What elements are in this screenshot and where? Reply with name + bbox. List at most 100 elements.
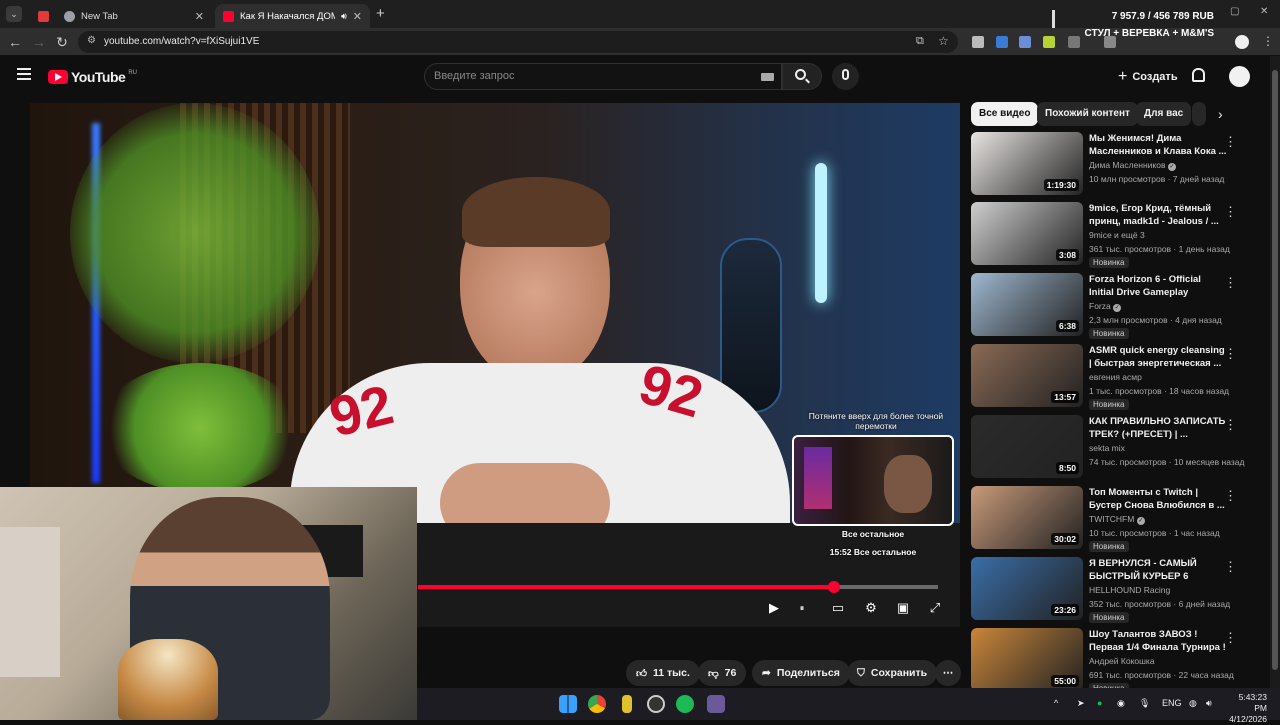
chip-related[interactable]: Похожий контент: [1037, 102, 1138, 126]
video-thumbnail[interactable]: 30:02: [971, 486, 1083, 549]
video-thumbnail[interactable]: 23:26: [971, 557, 1083, 620]
channel-name[interactable]: Дима Масленников ✓: [1089, 160, 1176, 171]
more-options-icon[interactable]: ⋮: [1224, 346, 1237, 362]
more-options-icon[interactable]: ⋮: [1224, 204, 1237, 220]
tray-mic-icon[interactable]: 🎙︎: [1139, 698, 1150, 709]
back-arrow-icon[interactable]: ←: [7, 34, 23, 50]
menu-icon[interactable]: ⋮: [1262, 34, 1274, 48]
video-title[interactable]: Топ Моменты с Twitch | Бустер Снова Влюб…: [1089, 486, 1227, 512]
more-options-icon[interactable]: ⋮: [1224, 559, 1237, 575]
channel-name[interactable]: sekta mix: [1089, 443, 1125, 453]
reload-icon[interactable]: ↻: [54, 34, 70, 50]
video-title[interactable]: Шоу Талантов ЗАВОЗ ! Первая 1/4 Финала Т…: [1089, 628, 1227, 654]
more-options-icon[interactable]: ⋮: [1224, 134, 1237, 150]
recommendation-card[interactable]: 3:08 9mice, Егор Крид, тёмный принц, madk…: [971, 202, 1251, 268]
channel-name[interactable]: 9mice и ещё 3: [1089, 230, 1145, 240]
extension-icon[interactable]: [996, 36, 1008, 48]
extension-icon[interactable]: [1019, 36, 1031, 48]
search-input[interactable]: Введите запрос: [424, 63, 782, 90]
video-thumbnail[interactable]: 55:00: [971, 628, 1083, 691]
search-button[interactable]: [782, 63, 822, 90]
theater-mode-icon[interactable]: ▣: [893, 598, 913, 618]
hamburger-menu-icon[interactable]: [17, 68, 31, 80]
video-thumbnail[interactable]: 6:38: [971, 273, 1083, 336]
dislike-button[interactable]: 👎︎ 76: [698, 660, 747, 686]
app-icon[interactable]: [707, 695, 725, 713]
profile-avatar[interactable]: [1235, 35, 1249, 49]
chip-all-videos[interactable]: Все видео: [971, 102, 1039, 126]
app-icon[interactable]: [622, 695, 632, 713]
autoplay-icon[interactable]: ▶︎: [764, 598, 784, 618]
tray-app-icon[interactable]: ◉: [1117, 698, 1125, 709]
progress-bar[interactable]: [418, 581, 938, 593]
channel-name[interactable]: Андрей Кокошка: [1089, 656, 1155, 666]
url-input[interactable]: ⚙︎ youtube.com/watch?v=fXiSujui1VE ⧉ ☆: [78, 31, 958, 53]
recommendation-card[interactable]: 8:50 КАК ПРАВИЛЬНО ЗАПИСАТЬ ТРЕК? (+ПРЕСЕ…: [971, 415, 1251, 479]
network-icon[interactable]: ◍: [1189, 698, 1197, 709]
chrome-icon[interactable]: [588, 695, 606, 713]
close-tab-icon[interactable]: ✕: [353, 10, 362, 23]
obs-icon[interactable]: [647, 695, 665, 713]
keyboard-icon[interactable]: [761, 73, 774, 81]
tray-chevron-icon[interactable]: ^: [1054, 698, 1058, 708]
close-tab-icon[interactable]: ✕: [195, 10, 204, 23]
recommendation-card[interactable]: 13:57 ASMR quick energy cleansing | быстр…: [971, 344, 1251, 410]
extension-icon[interactable]: [1043, 36, 1055, 48]
subtitles-icon[interactable]: ▭: [828, 598, 848, 618]
video-title[interactable]: Я ВЕРНУЛСЯ - САМЫЙ БЫСТРЫЙ КУРЬЕР 6: [1089, 557, 1227, 583]
youtube-logo[interactable]: YouTube RU: [48, 69, 137, 85]
chevron-right-icon[interactable]: ›: [1218, 106, 1223, 122]
tab-search-button[interactable]: ⌄: [6, 6, 22, 22]
language-indicator[interactable]: ENG: [1162, 698, 1182, 708]
account-avatar[interactable]: [1229, 66, 1250, 87]
recommendation-card[interactable]: 55:00 Шоу Талантов ЗАВОЗ ! Первая 1/4 Фин…: [971, 628, 1251, 694]
forward-arrow-icon[interactable]: →: [31, 34, 47, 50]
fullscreen-icon[interactable]: ⤢: [925, 598, 945, 618]
volume-icon[interactable]: 🔊︎: [1206, 698, 1212, 709]
more-options-icon[interactable]: ⋮: [1224, 275, 1237, 291]
video-thumbnail[interactable]: 1:19:30: [971, 132, 1083, 195]
video-title[interactable]: Forza Horizon 6 - Official Initial Drive…: [1089, 273, 1227, 299]
like-button[interactable]: 👍︎ 11 тыс.: [626, 660, 700, 686]
video-title[interactable]: КАК ПРАВИЛЬНО ЗАПИСАТЬ ТРЕК? (+ПРЕСЕТ) |…: [1089, 415, 1227, 441]
install-icon[interactable]: ⧉: [916, 35, 924, 48]
bookmark-star-icon[interactable]: ☆: [938, 34, 949, 48]
save-button[interactable]: ⛉ Сохранить: [847, 660, 938, 686]
video-title[interactable]: 9mice, Егор Крид, тёмный принц, madk1d -…: [1089, 202, 1227, 228]
video-thumbnail[interactable]: 13:57: [971, 344, 1083, 407]
pause-icon[interactable]: ⏸︎: [792, 598, 812, 618]
chip-for-you[interactable]: Для вас: [1136, 102, 1192, 126]
create-button[interactable]: + Создать: [1110, 63, 1186, 90]
scrubber-handle[interactable]: [828, 581, 840, 593]
channel-name[interactable]: Forza ✓: [1089, 301, 1122, 312]
more-options-icon[interactable]: ⋮: [1224, 630, 1237, 646]
spotify-icon[interactable]: [676, 695, 694, 713]
recommendation-card[interactable]: 30:02 Топ Моменты с Twitch | Бустер Снова…: [971, 486, 1251, 552]
channel-name[interactable]: евгения асмр: [1089, 372, 1142, 382]
voice-search-button[interactable]: [832, 63, 859, 90]
video-thumbnail[interactable]: 8:50: [971, 415, 1083, 478]
tray-app-icon[interactable]: ➤: [1077, 698, 1085, 709]
page-scrollbar[interactable]: [1270, 56, 1280, 688]
channel-name[interactable]: TWITCHFM ✓: [1089, 514, 1145, 525]
recommendation-card[interactable]: 23:26 Я ВЕРНУЛСЯ - САМЫЙ БЫСТРЫЙ КУРЬЕР 6…: [971, 557, 1251, 623]
extension-icon[interactable]: [972, 36, 984, 48]
channel-name[interactable]: HELLHOUND Racing: [1089, 585, 1170, 595]
puzzle-icon[interactable]: [1068, 36, 1080, 48]
more-actions-button[interactable]: ⋯: [935, 660, 961, 686]
video-title[interactable]: Мы Женимся! Дима Масленников и Клава Кок…: [1089, 132, 1227, 158]
bell-icon[interactable]: [1192, 68, 1205, 82]
recommendation-card[interactable]: 6:38 Forza Horizon 6 - Official Initial D…: [971, 273, 1251, 339]
browser-tab[interactable]: [30, 4, 52, 28]
minimize-icon[interactable]: ▢: [1230, 6, 1239, 17]
recommendation-card[interactable]: 1:19:30 Мы Женимся! Дима Масленников и Кл…: [971, 132, 1251, 196]
speaker-icon[interactable]: 🔊︎: [341, 11, 347, 22]
browser-tab[interactable]: New Tab ✕: [56, 4, 212, 28]
new-tab-button[interactable]: +: [376, 5, 385, 22]
windows-start-icon[interactable]: [559, 695, 577, 713]
close-window-icon[interactable]: ✕: [1260, 6, 1268, 17]
more-options-icon[interactable]: ⋮: [1224, 488, 1237, 504]
video-title[interactable]: ASMR quick energy cleansing | быстрая эн…: [1089, 344, 1227, 370]
share-button[interactable]: ➦ Поделиться: [752, 660, 850, 686]
tray-spotify-icon[interactable]: ●: [1097, 698, 1102, 708]
